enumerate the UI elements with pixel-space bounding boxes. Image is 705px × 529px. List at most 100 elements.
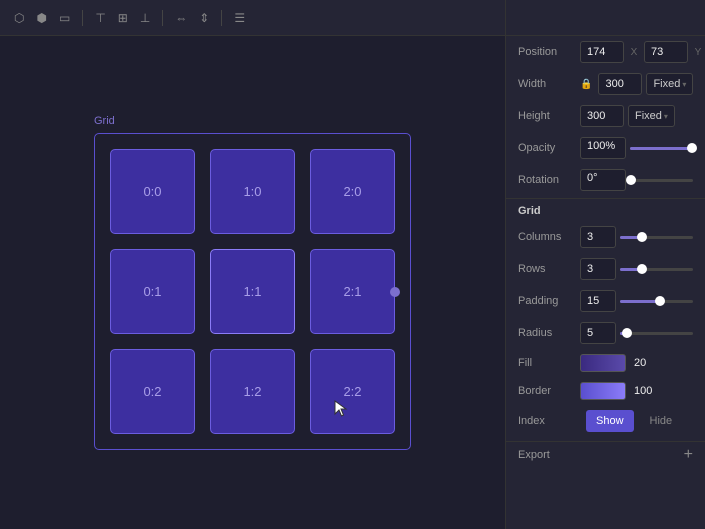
opacity-slider[interactable]	[630, 147, 693, 150]
cell-2-0[interactable]: 2:0	[310, 149, 395, 234]
top-toolbar: ⬡ ⬢ ▭ ⊤ ⊞ ⊥ ⇔ ⇕ ☰	[0, 0, 505, 36]
position-x-input[interactable]	[580, 41, 624, 63]
cell-label-1-1: 1:1	[243, 284, 261, 299]
rotation-thumb[interactable]	[626, 175, 636, 185]
radius-label: Radius	[518, 327, 580, 339]
fill-label: Fill	[518, 357, 580, 369]
fill-opacity: 20	[634, 357, 646, 369]
align-bottom-icon[interactable]: ⊥	[138, 9, 152, 27]
hide-button[interactable]: Hide	[640, 410, 683, 432]
menu-icon[interactable]: ☰	[232, 9, 247, 27]
opacity-thumb[interactable]	[687, 143, 697, 153]
align-top-icon[interactable]: ⊤	[93, 9, 107, 27]
columns-input[interactable]	[580, 226, 616, 248]
border-row: Border 100	[506, 377, 705, 405]
chevron-down-icon: ▾	[682, 80, 686, 89]
toolbar-sep-2	[162, 10, 163, 26]
radius-track	[620, 332, 693, 335]
panel-top-bar	[506, 0, 705, 36]
width-input[interactable]	[598, 73, 642, 95]
border-opacity: 100	[634, 385, 652, 397]
width-dropdown[interactable]: Fixed ▾	[646, 73, 693, 95]
opacity-row: Opacity 100%	[506, 132, 705, 164]
radius-input[interactable]	[580, 322, 616, 344]
columns-value	[580, 226, 693, 248]
grid-container: Grid 0:0 1:0 2:0 0:1 1:1	[94, 115, 411, 450]
rotation-row: Rotation 0°	[506, 164, 705, 196]
padding-slider[interactable]	[620, 300, 693, 303]
border-value: 100	[580, 382, 693, 400]
padding-value	[580, 290, 693, 312]
radius-slider[interactable]	[620, 332, 693, 335]
rows-track	[620, 268, 693, 271]
align-center-h-icon[interactable]: ⬢	[34, 9, 48, 27]
fill-value: 20	[580, 354, 693, 372]
canvas-content: Grid 0:0 1:0 2:0 0:1 1:1	[0, 36, 505, 529]
position-row: Position X Y	[506, 36, 705, 68]
position-value: X Y	[580, 41, 704, 63]
show-button[interactable]: Show	[586, 410, 634, 432]
grid-section-header: Grid	[506, 198, 705, 221]
grid-label: Grid	[94, 115, 411, 127]
chevron-down-icon-height: ▾	[664, 112, 668, 121]
distribute-v-icon[interactable]: ⇕	[197, 9, 211, 27]
grid-wrapper: 0:0 1:0 2:0 0:1 1:1 2:1	[94, 133, 411, 450]
index-row: Index Show Hide	[506, 405, 705, 437]
cell-label-0-0: 0:0	[143, 184, 161, 199]
rows-thumb[interactable]	[637, 264, 647, 274]
cell-1-2[interactable]: 1:2	[210, 349, 295, 434]
height-dropdown[interactable]: Fixed ▾	[628, 105, 675, 127]
opacity-label: Opacity	[518, 142, 580, 154]
radius-thumb[interactable]	[622, 328, 632, 338]
y-axis-label: Y	[692, 47, 704, 58]
cell-0-2[interactable]: 0:2	[110, 349, 195, 434]
padding-label: Padding	[518, 295, 580, 307]
width-label: Width	[518, 78, 580, 90]
cell-label-1-2: 1:2	[243, 384, 261, 399]
x-axis-label: X	[628, 47, 640, 58]
padding-row: Padding	[506, 285, 705, 317]
toolbar-sep-3	[221, 10, 222, 26]
cell-handle[interactable]	[390, 287, 400, 297]
cell-2-1[interactable]: 2:1	[310, 249, 395, 334]
rotation-slider[interactable]	[630, 179, 693, 182]
cell-0-1[interactable]: 0:1	[110, 249, 195, 334]
position-label: Position	[518, 46, 580, 58]
padding-track	[620, 300, 693, 303]
cell-label-2-2: 2:2	[343, 384, 361, 399]
toolbar-sep-1	[82, 10, 83, 26]
rows-input[interactable]	[580, 258, 616, 280]
lock-icon[interactable]: 🔒	[580, 79, 592, 90]
cell-label-0-2: 0:2	[143, 384, 161, 399]
padding-fill	[620, 300, 660, 303]
opacity-value: 100%	[580, 137, 693, 159]
columns-thumb[interactable]	[637, 232, 647, 242]
height-label: Height	[518, 110, 580, 122]
align-left-icon[interactable]: ⬡	[12, 9, 26, 27]
distribute-h-icon[interactable]: ⇔	[173, 9, 189, 27]
border-color-swatch[interactable]	[580, 382, 626, 400]
rotation-track	[630, 179, 693, 182]
rotation-display: 0°	[580, 169, 626, 191]
height-input[interactable]	[580, 105, 624, 127]
rows-slider[interactable]	[620, 268, 693, 271]
export-row: Export +	[506, 441, 705, 468]
cell-0-0[interactable]: 0:0	[110, 149, 195, 234]
columns-slider[interactable]	[620, 236, 693, 239]
cell-1-0[interactable]: 1:0	[210, 149, 295, 234]
position-y-input[interactable]	[644, 41, 688, 63]
columns-track	[620, 236, 693, 239]
fill-color-swatch[interactable]	[580, 354, 626, 372]
height-row: Height Fixed ▾	[506, 100, 705, 132]
align-center-v-icon[interactable]: ⊞	[116, 9, 130, 27]
cell-1-1[interactable]: 1:1	[210, 249, 295, 334]
rows-label: Rows	[518, 263, 580, 275]
cell-2-2[interactable]: 2:2	[310, 349, 395, 434]
align-right-icon[interactable]: ▭	[57, 9, 72, 27]
right-panel: Position X Y Width 🔒 Fixed ▾ Height Fixe…	[505, 0, 705, 529]
padding-input[interactable]	[580, 290, 616, 312]
radius-row: Radius	[506, 317, 705, 349]
rows-row: Rows	[506, 253, 705, 285]
padding-thumb[interactable]	[655, 296, 665, 306]
export-plus-button[interactable]: +	[684, 447, 693, 463]
